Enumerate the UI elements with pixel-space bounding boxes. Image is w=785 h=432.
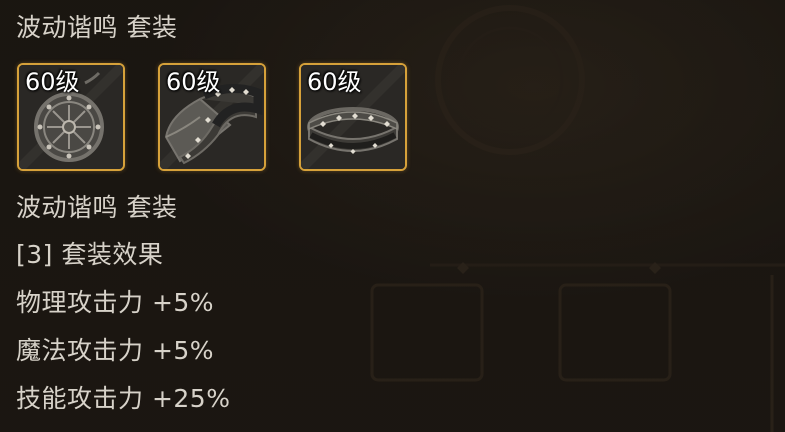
set-effect-physical-attack: 物理攻击力 +5% bbox=[16, 288, 215, 317]
set-effect-skill-attack: 技能攻击力 +25% bbox=[16, 384, 231, 413]
item-set-tooltip: 波动谐鸣 套装 60级 60级 60级 波动谐鸣 套装 [3] 套装效果 物理攻… bbox=[0, 0, 785, 432]
item-level-label: 60级 bbox=[25, 68, 80, 96]
set-name: 波动谐鸣 套装 bbox=[16, 193, 178, 222]
set-effect-magic-attack: 魔法攻击力 +5% bbox=[16, 336, 215, 365]
set-item-list: 60级 60级 60级 bbox=[17, 63, 407, 175]
item-slot-ring[interactable]: 60级 bbox=[299, 63, 407, 171]
item-level-label: 60级 bbox=[307, 68, 362, 96]
set-effect-header: [3] 套装效果 bbox=[16, 240, 164, 269]
set-title: 波动谐鸣 套装 bbox=[16, 13, 178, 42]
item-level-label: 60级 bbox=[166, 68, 221, 96]
item-slot-bracelet[interactable]: 60级 bbox=[158, 63, 266, 171]
item-slot-medallion[interactable]: 60级 bbox=[17, 63, 125, 171]
